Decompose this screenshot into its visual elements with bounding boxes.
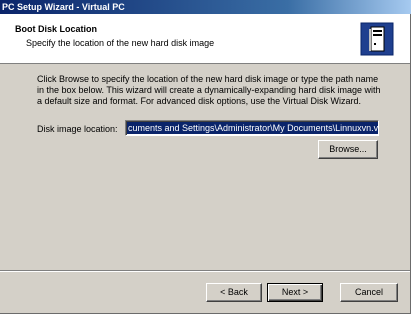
disk-image-location-label: Disk image location: <box>37 124 118 134</box>
page-subtitle: Specify the location of the new hard dis… <box>26 38 215 48</box>
next-button[interactable]: Next > <box>267 283 323 302</box>
instructions-text: Click Browse to specify the location of … <box>37 74 381 106</box>
wizard-header: Boot Disk Location Specify the location … <box>0 14 410 64</box>
disk-image-location-input[interactable]: cuments and Settings\Administrator\My Do… <box>125 120 379 136</box>
back-button[interactable]: < Back <box>206 283 262 302</box>
computer-tower-icon <box>360 22 394 56</box>
disk-image-location-value: cuments and Settings\Administrator\My Do… <box>127 122 378 134</box>
footer-divider <box>0 270 410 272</box>
cancel-button[interactable]: Cancel <box>340 283 398 302</box>
title-bar[interactable]: PC Setup Wizard - Virtual PC <box>0 0 411 14</box>
window-title: PC Setup Wizard - Virtual PC <box>2 2 125 12</box>
wizard-window: PC Setup Wizard - Virtual PC Boot Disk L… <box>0 0 411 314</box>
browse-button[interactable]: Browse... <box>318 140 378 159</box>
page-title: Boot Disk Location <box>15 24 98 34</box>
